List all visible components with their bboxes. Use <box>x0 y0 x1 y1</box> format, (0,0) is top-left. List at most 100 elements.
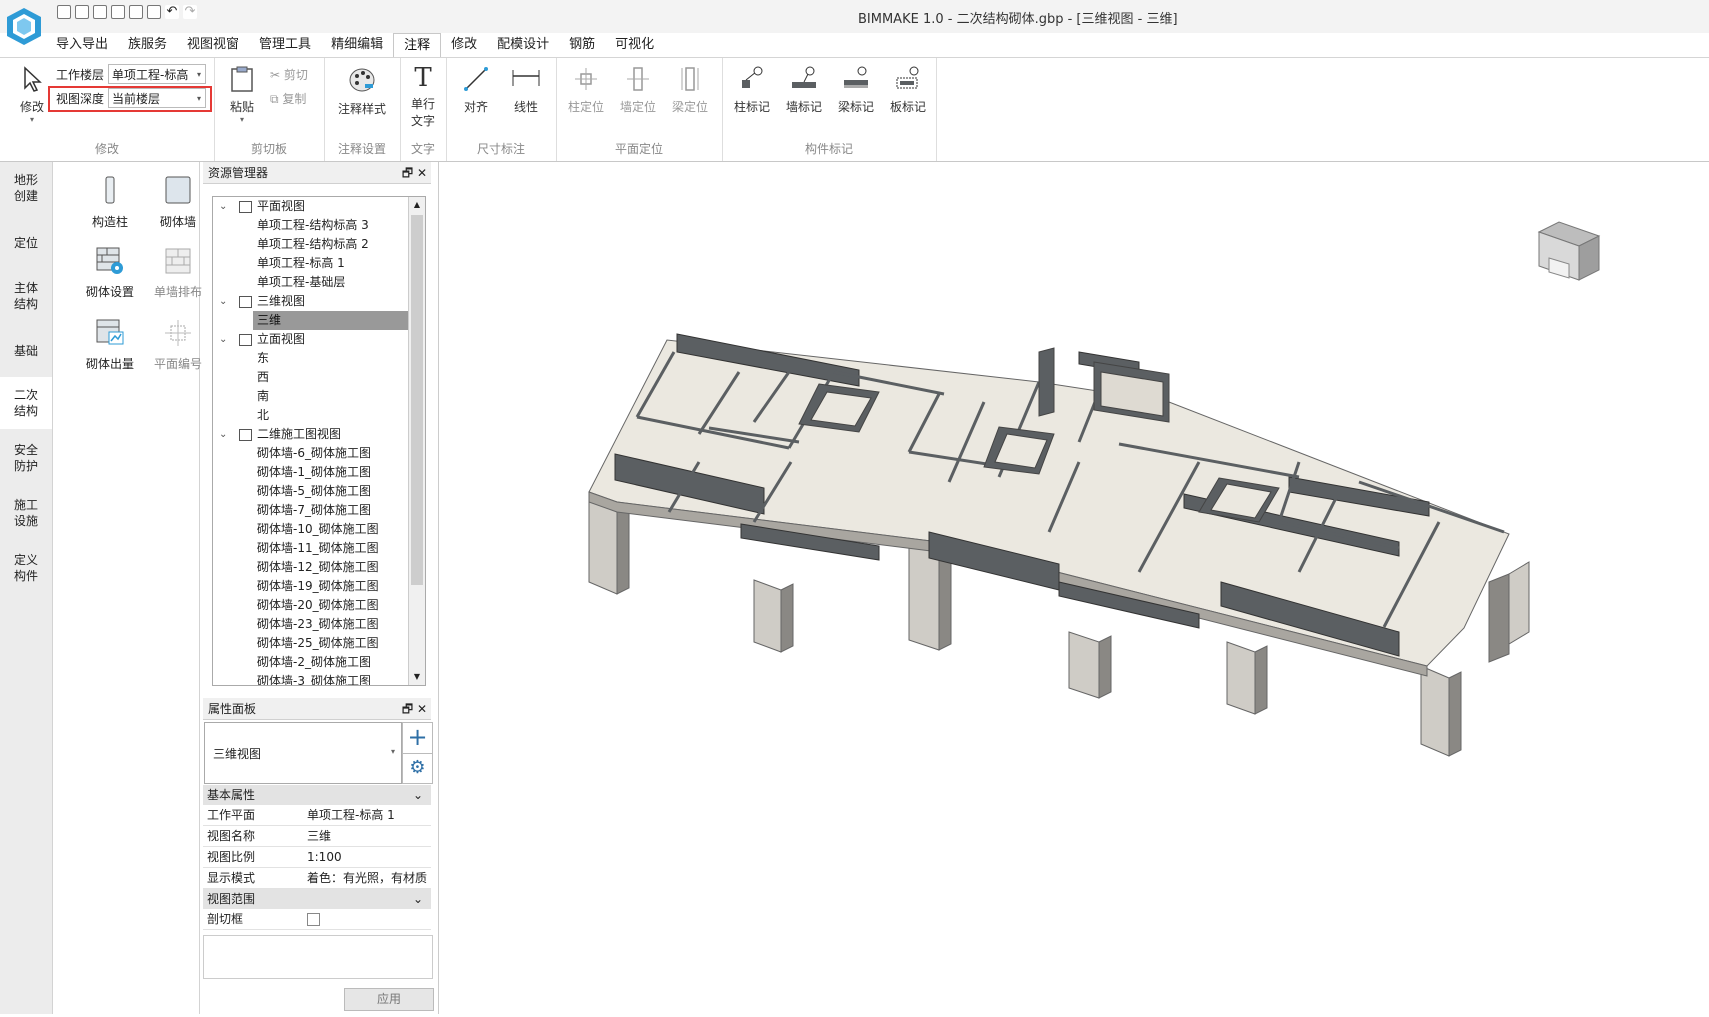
group-annotation-settings: 注释样式 注释设置 <box>324 58 401 161</box>
gear-icon[interactable]: ⚙ <box>402 753 433 784</box>
annotation-style-button[interactable]: 注释样式 <box>330 66 394 117</box>
modify-button[interactable]: 修改 ▾ <box>14 66 50 124</box>
undo-icon[interactable]: ↶ <box>165 5 179 19</box>
close-file-icon[interactable] <box>129 5 143 19</box>
expand-chevron-icon[interactable]: ⌄ <box>219 197 227 216</box>
tree-item[interactable]: 单项工程-结构标高 3 <box>213 216 403 235</box>
nav-item-7[interactable]: 定义 构件 <box>0 542 52 594</box>
tab-9[interactable]: 可视化 <box>605 33 664 57</box>
align-dimension-button[interactable]: 对齐 <box>454 66 498 115</box>
blank-icon[interactable] <box>147 5 161 19</box>
nav-item-label: 基础 <box>13 344 38 358</box>
nav-item-5[interactable]: 安全 防护 <box>0 432 52 484</box>
tree-item[interactable]: 砌体墙-2_砌体施工图 <box>213 653 403 672</box>
view-cube-icon[interactable] <box>1537 221 1601 281</box>
close-icon[interactable]: ✕ <box>417 166 427 180</box>
save-icon[interactable] <box>93 5 107 19</box>
masonry-quantity-button[interactable]: 砌体出量 <box>75 318 145 372</box>
tree-folder[interactable]: ⌄ 二维施工图视图 <box>213 425 403 444</box>
tab-5[interactable]: 注释 <box>393 33 442 58</box>
tree-folder[interactable]: ⌄ 立面视图 <box>213 330 403 349</box>
tree-scrollbar[interactable]: ▲ ▼ <box>408 197 425 685</box>
tree-item[interactable]: 砌体墙-12_砌体施工图 <box>213 558 403 577</box>
wall-position-button[interactable]: 墙定位 <box>614 66 662 115</box>
tree-folder[interactable]: ⌄ 三维视图 <box>213 292 403 311</box>
column-position-button[interactable]: 柱定位 <box>562 66 610 115</box>
tree-item[interactable]: 砌体墙-1_砌体施工图 <box>213 463 403 482</box>
tree-item[interactable]: 砌体墙-25_砌体施工图 <box>213 634 403 653</box>
slab-mark-button[interactable]: 板标记 <box>884 66 932 115</box>
column-mark-button[interactable]: 柱标记 <box>728 66 776 115</box>
tree-item[interactable]: 单项工程-结构标高 2 <box>213 235 403 254</box>
section-basic-properties[interactable]: 基本属性 ⌄ <box>203 785 431 805</box>
open-folder-icon[interactable] <box>75 5 89 19</box>
add-icon[interactable]: + <box>402 722 433 754</box>
construction-column-button[interactable]: 构造柱 <box>75 174 145 230</box>
tree-item[interactable]: 砌体墙-5_砌体施工图 <box>213 482 403 501</box>
masonry-settings-button[interactable]: 砌体设置 <box>75 246 145 300</box>
save-as-icon[interactable] <box>111 5 125 19</box>
plan-numbering-button[interactable]: 平面编号 <box>143 318 213 372</box>
tree-item[interactable]: 砌体墙-20_砌体施工图 <box>213 596 403 615</box>
tab-1[interactable]: 族服务 <box>118 33 177 57</box>
tree-item[interactable]: 南 <box>213 387 403 406</box>
tree-item[interactable]: 砌体墙-7_砌体施工图 <box>213 501 403 520</box>
property-blank-area <box>203 935 433 979</box>
float-panel-icon[interactable]: 🗗 <box>402 166 413 180</box>
tab-0[interactable]: 导入导出 <box>46 33 118 57</box>
copy-button[interactable]: ⧉ 复制 <box>270 90 320 107</box>
beam-mark-button[interactable]: 梁标记 <box>832 66 880 115</box>
beam-position-button[interactable]: 梁定位 <box>666 66 714 115</box>
nav-item-4[interactable]: 二次 结构 <box>0 377 52 429</box>
expand-chevron-icon[interactable]: ⌄ <box>219 425 227 444</box>
tree-item[interactable]: 砌体墙-19_砌体施工图 <box>213 577 403 596</box>
tree-item[interactable]: 单项工程-标高 1 <box>213 254 403 273</box>
tree-item[interactable]: 三维 <box>253 311 425 330</box>
expand-chevron-icon[interactable]: ⌄ <box>219 292 227 311</box>
view-depth-select[interactable]: 当前楼层 ▾ <box>108 88 206 108</box>
group-label: 平面定位 <box>614 142 663 156</box>
tree-folder[interactable]: ⌄ 平面视图 <box>213 197 403 216</box>
apply-button[interactable]: 应用 <box>344 988 434 1011</box>
nav-item-1[interactable]: 定位 <box>0 217 52 269</box>
tree-item[interactable]: 东 <box>213 349 403 368</box>
work-floor-select[interactable]: 单项工程-标高 ▾ <box>108 64 206 84</box>
scroll-down-icon[interactable]: ▼ <box>409 669 425 685</box>
paste-button[interactable]: 粘贴 ▾ <box>222 66 262 124</box>
new-file-icon[interactable] <box>57 5 71 19</box>
float-panel-icon[interactable]: 🗗 <box>402 702 413 716</box>
section-box-checkbox[interactable] <box>307 913 320 926</box>
tab-3[interactable]: 管理工具 <box>249 33 321 57</box>
column-mark-icon <box>742 66 763 88</box>
redo-icon[interactable]: ↷ <box>183 5 197 19</box>
tab-8[interactable]: 钢筋 <box>559 33 605 57</box>
single-line-text-button[interactable]: T 单行 文字 <box>404 64 442 129</box>
tree-item[interactable]: 砌体墙-11_砌体施工图 <box>213 539 403 558</box>
scroll-thumb[interactable] <box>411 215 423 585</box>
expand-chevron-icon[interactable]: ⌄ <box>219 330 227 349</box>
tree-item[interactable]: 砌体墙-3_砌体施工图 <box>213 672 403 685</box>
tab-6[interactable]: 修改 <box>441 33 487 57</box>
tree-item[interactable]: 西 <box>213 368 403 387</box>
tab-4[interactable]: 精细编辑 <box>321 33 393 57</box>
single-wall-layout-button[interactable]: 单墙排布 <box>143 246 213 300</box>
nav-item-6[interactable]: 施工 设施 <box>0 487 52 539</box>
tree-item[interactable]: 单项工程-基础层 <box>213 273 403 292</box>
nav-item-2[interactable]: 主体 结构 <box>0 270 52 322</box>
tree-item[interactable]: 砌体墙-6_砌体施工图 <box>213 444 403 463</box>
tree-item[interactable]: 砌体墙-10_砌体施工图 <box>213 520 403 539</box>
wall-mark-button[interactable]: 墙标记 <box>780 66 828 115</box>
tree-item[interactable]: 砌体墙-23_砌体施工图 <box>213 615 403 634</box>
scroll-up-icon[interactable]: ▲ <box>409 197 425 213</box>
tree-item[interactable]: 北 <box>213 406 403 425</box>
close-icon[interactable]: ✕ <box>417 702 427 716</box>
section-view-range[interactable]: 视图范围 ⌄ <box>203 889 431 909</box>
3d-viewport[interactable] <box>438 162 1709 1014</box>
tab-2[interactable]: 视图视窗 <box>177 33 249 57</box>
linear-dimension-button[interactable]: 线性 <box>504 66 548 115</box>
nav-item-0[interactable]: 地形 创建 <box>0 162 52 214</box>
tab-7[interactable]: 配模设计 <box>487 33 559 57</box>
cut-button[interactable]: ✂ 剪切 <box>270 66 320 83</box>
type-selector[interactable]: 三维视图 ▾ <box>204 722 402 784</box>
nav-item-3[interactable]: 基础 <box>0 325 52 377</box>
